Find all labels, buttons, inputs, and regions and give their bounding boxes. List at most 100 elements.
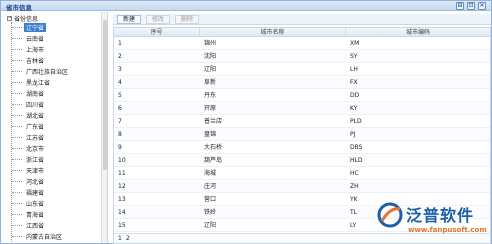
tree-item[interactable]: 山东省 xyxy=(12,199,46,208)
tree-item[interactable]: 云南省 xyxy=(12,34,46,43)
cell-city-code: SY xyxy=(350,53,358,60)
city-info-window: 省市信息 ⊟ ⊡ ✕ − 省份信息 辽宁省云南省上海市吉林省广西壮族自治区 黑龙江… xyxy=(0,0,492,244)
tree-item[interactable]: 福建省 xyxy=(12,188,46,197)
cell-index: 6 xyxy=(118,105,122,112)
tree-item-label[interactable]: 上海市 xyxy=(24,45,46,54)
minimize-icon[interactable]: ⊟ xyxy=(456,2,464,10)
tree-item-connector xyxy=(12,48,22,50)
cell-city-name: 营口 xyxy=(204,196,217,203)
cell-city-code: LY xyxy=(350,222,357,229)
tree-item[interactable]: 河北省 xyxy=(12,177,46,186)
cell-index: 8 xyxy=(118,131,122,138)
cell-index: 12 xyxy=(118,183,126,190)
tree-item-connector xyxy=(12,70,22,72)
cell-city-name: 阜新 xyxy=(204,79,217,86)
tree-item-connector xyxy=(12,224,22,226)
table-row[interactable]: 4 阜新 FX xyxy=(114,77,490,89)
cell-index: 10 xyxy=(118,157,126,164)
column-header-index[interactable]: 序号 xyxy=(114,28,200,37)
tree-item[interactable]: 江苏省 xyxy=(12,133,46,142)
window-title: 省市信息 xyxy=(6,4,32,12)
tree-item-label[interactable]: 吉林省 xyxy=(24,56,46,65)
tree-item-label[interactable]: 山东省 xyxy=(24,199,46,208)
tree-item-label[interactable]: 江苏省 xyxy=(24,133,46,142)
tree-item-label[interactable]: 浙江省 xyxy=(24,155,46,164)
edit-button[interactable]: 修改 xyxy=(146,15,171,24)
cell-index: 4 xyxy=(118,79,122,86)
grid-header: 序号 城市名称 城市编码 xyxy=(114,28,490,37)
tree-item-label[interactable]: 四川省 xyxy=(24,100,46,109)
tree-scrollbar-thumb[interactable] xyxy=(103,20,107,170)
table-row[interactable]: 12 庄河 ZH xyxy=(114,181,490,193)
new-button[interactable]: 新建 xyxy=(117,15,142,24)
tree-item-label[interactable]: 北京市 xyxy=(24,144,46,153)
tree-item-label[interactable]: 湖北省 xyxy=(24,111,46,120)
table-row[interactable]: 10 葫芦岛 HLD xyxy=(114,155,490,167)
tree-item[interactable]: 内蒙古自治区 xyxy=(12,232,64,241)
tree-item[interactable]: 湖北省 xyxy=(12,111,46,120)
tree-item-label[interactable]: 云南省 xyxy=(24,34,46,43)
tree-item-connector xyxy=(12,37,22,39)
window-titlebar[interactable]: 省市信息 ⊟ ⊡ ✕ xyxy=(1,1,491,12)
tree-item[interactable]: 广西壮族自治区 xyxy=(12,67,70,76)
page-link[interactable]: 2 xyxy=(126,235,130,242)
tree-item-label[interactable]: 天津市 xyxy=(24,166,46,175)
column-header-city-name[interactable]: 城市名称 xyxy=(200,28,346,37)
cell-index: 3 xyxy=(118,66,122,73)
close-icon[interactable]: ✕ xyxy=(478,2,486,10)
table-row[interactable]: 5 丹东 DD xyxy=(114,90,490,102)
tree-item-label[interactable]: 广东省 xyxy=(24,122,46,131)
cell-city-name: 开原 xyxy=(204,105,217,112)
delete-button[interactable]: 删除 xyxy=(175,15,200,24)
tree-item-label[interactable]: 湖南省 xyxy=(24,89,46,98)
tree-scrollbar[interactable] xyxy=(101,12,107,243)
tree-item-label[interactable]: 江西省 xyxy=(24,221,46,230)
tree-item-label[interactable]: 辽宁省 xyxy=(24,22,47,32)
cell-index: 9 xyxy=(118,144,122,151)
tree-item-connector xyxy=(12,103,22,105)
tree-item[interactable]: 辽宁省 xyxy=(12,22,47,32)
table-row[interactable]: 6 开原 KY xyxy=(114,103,490,115)
cell-city-code: PJ xyxy=(350,131,356,138)
tree-item[interactable]: 上海市 xyxy=(12,45,46,54)
tree-item[interactable]: 江西省 xyxy=(12,221,46,230)
table-row[interactable]: 3 辽阳 LH xyxy=(114,64,490,76)
tree-item[interactable]: 广东省 xyxy=(12,122,46,131)
tree-item-connector xyxy=(12,235,22,237)
tree-item-label[interactable]: 黑龙江省 xyxy=(24,78,52,87)
tree-item-label[interactable]: 青海省 xyxy=(24,210,46,219)
tree-item-label[interactable]: 福建省 xyxy=(24,188,46,197)
page-link[interactable]: 1 xyxy=(118,235,122,242)
cell-city-name: 丹东 xyxy=(204,92,217,99)
tree-item[interactable]: 天津市 xyxy=(12,166,46,175)
column-header-city-code[interactable]: 城市编码 xyxy=(346,28,490,37)
tree-item-label[interactable]: 内蒙古自治区 xyxy=(24,232,64,241)
tree-item[interactable]: 四川省 xyxy=(12,100,46,109)
table-row[interactable]: 2 沈阳 SY xyxy=(114,51,490,63)
collapse-icon[interactable]: − xyxy=(7,15,12,21)
cell-city-code: TL xyxy=(350,209,358,216)
tree-root-label[interactable]: 省份信息 xyxy=(14,14,38,23)
tree-item[interactable]: 青海省 xyxy=(12,210,46,219)
cell-city-code: PLD xyxy=(350,118,362,125)
cell-city-name: 庄河 xyxy=(204,183,217,190)
cell-city-name: 海城 xyxy=(204,170,217,177)
table-row[interactable]: 1 锦州 XM xyxy=(114,38,490,50)
table-row[interactable]: 8 盘锦 PJ xyxy=(114,129,490,141)
tree-item[interactable]: 黑龙江省 xyxy=(12,78,52,87)
province-tree: − 省份信息 辽宁省云南省上海市吉林省广西壮族自治区 黑龙江省湖南省四川省湖北省广… xyxy=(4,12,108,243)
brand-watermark: 泛普软件 www.fanpusoft.com xyxy=(376,201,488,243)
cell-city-code: ZH xyxy=(350,183,359,190)
tree-root[interactable]: − 省份信息 xyxy=(7,14,38,23)
tree-item[interactable]: 北京市 xyxy=(12,144,46,153)
maximize-icon[interactable]: ⊡ xyxy=(467,2,475,10)
tree-item[interactable]: 吉林省 xyxy=(12,56,46,65)
tree-item-label[interactable]: 河北省 xyxy=(24,177,46,186)
table-row[interactable]: 9 大石桥 DBS xyxy=(114,142,490,154)
tree-item-label[interactable]: 广西壮族自治区 xyxy=(24,67,70,76)
table-row[interactable]: 11 海城 HC xyxy=(114,168,490,180)
tree-item[interactable]: 湖南省 xyxy=(12,89,46,98)
table-row[interactable]: 7 普兰店 PLD xyxy=(114,116,490,128)
cell-city-code: DD xyxy=(350,92,360,99)
tree-item[interactable]: 浙江省 xyxy=(12,155,46,164)
